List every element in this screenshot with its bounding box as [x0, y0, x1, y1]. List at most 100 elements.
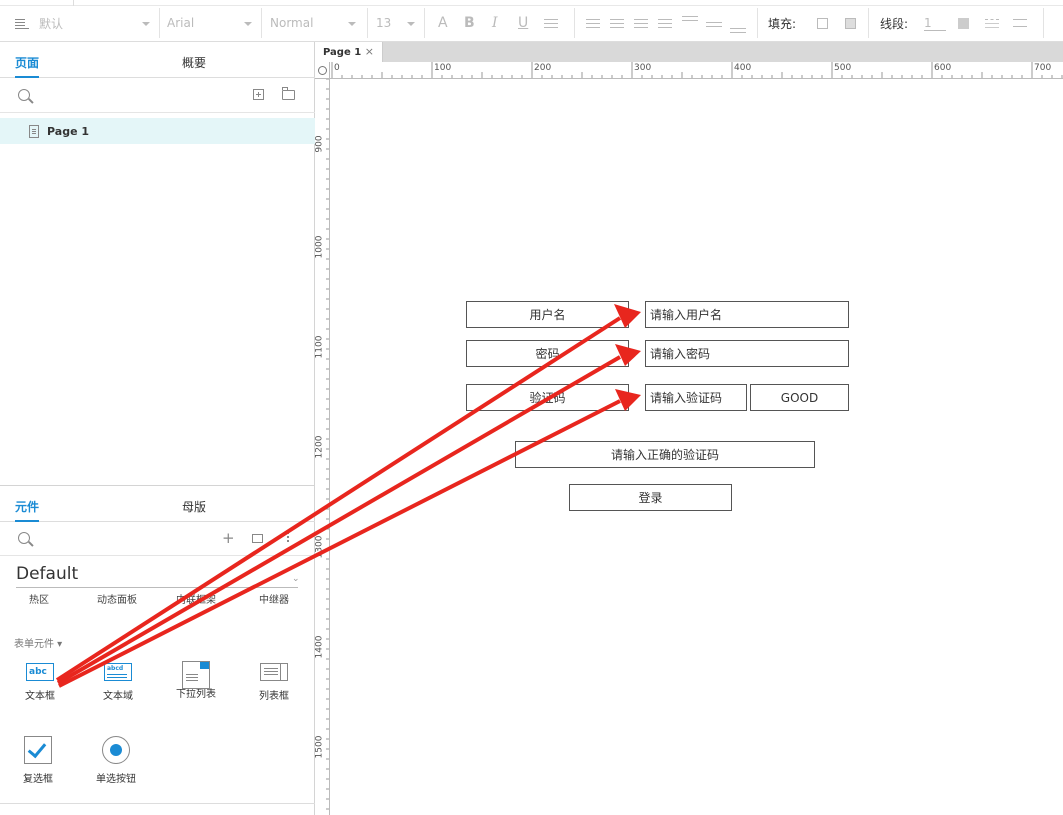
more-icon[interactable] [287, 532, 289, 534]
design-canvas[interactable]: 用户名 请输入用户名 密码 请输入密码 验证码 请输入验证码 GOOD 请输入正… [330, 80, 1063, 815]
widgets-search-row: + [0, 522, 315, 556]
bold-icon[interactable]: B [464, 10, 475, 36]
captcha-label-box[interactable]: 验证码 [466, 384, 629, 411]
username-input[interactable]: 请输入用户名 [645, 301, 849, 328]
horizontal-ruler[interactable]: 0 100 200 300 400 500 600 700 [330, 62, 1063, 79]
widget-textbox[interactable]: abc 文本框 [5, 663, 75, 702]
italic-icon[interactable]: I [492, 10, 498, 36]
top-strip-segment [0, 0, 74, 6]
widget-textarea[interactable]: abcd 文本域 [83, 663, 153, 702]
line-color-swatch[interactable] [958, 10, 969, 36]
document-tabbar: Page 1 × [315, 42, 1063, 62]
ruler-label: 0 [334, 63, 340, 73]
validation-message[interactable]: 请输入正确的验证码 [515, 441, 815, 468]
library-options-icon[interactable] [252, 534, 263, 543]
ruler-label: 1200 [315, 435, 325, 459]
style-select-value: 默认 [39, 16, 64, 31]
arrow-style-icon[interactable] [1013, 10, 1027, 36]
underline-icon[interactable]: U [518, 10, 528, 36]
align-center-icon[interactable] [610, 10, 624, 36]
toolbar: 默认 Arial Normal 13 A B I U 填充: 线段: 1 [0, 0, 1063, 42]
username-label-box[interactable]: 用户名 [466, 301, 629, 328]
tab-page-1[interactable]: Page 1 × [315, 42, 383, 62]
ruler-label: 600 [934, 63, 952, 73]
widget-radio[interactable]: 单选按钮 [81, 736, 151, 785]
close-icon[interactable]: × [365, 45, 374, 58]
library-select[interactable]: Default [16, 564, 78, 584]
toolbar-divider [868, 8, 869, 38]
form-widgets-section[interactable]: 表单元件 ▾ [14, 635, 62, 650]
toolbar-divider [424, 8, 425, 38]
doc-tab-label: Page 1 [323, 46, 362, 58]
ruler-label: 300 [634, 63, 652, 73]
size-select-chevron-icon[interactable] [405, 10, 419, 36]
fill-color-swatch[interactable] [817, 10, 828, 36]
textarea-icon: abcd [104, 663, 132, 681]
ruler-label: 700 [1034, 63, 1052, 73]
crosshair-icon [318, 66, 327, 75]
add-folder-icon[interactable] [282, 87, 295, 100]
left-panel: 页面 概要 Page 1 元件 母版 + Default ⌄ 热区 动态面板 内… [0, 42, 315, 815]
password-input[interactable]: 请输入密码 [645, 340, 849, 367]
size-select[interactable]: 13 [376, 10, 391, 36]
library-chevron-icon[interactable]: ⌄ [292, 574, 300, 584]
style-select[interactable]: 默认 [15, 10, 63, 36]
captcha-input[interactable]: 请输入验证码 [645, 384, 747, 411]
line-label: 线段: [880, 16, 909, 31]
align-justify-icon[interactable] [658, 10, 672, 36]
font-select[interactable]: Arial [167, 10, 194, 36]
widget-checkbox[interactable]: 复选框 [3, 736, 73, 785]
line-style-icon[interactable] [985, 10, 999, 36]
ruler-label: 200 [534, 63, 552, 73]
align-left-icon[interactable] [586, 10, 600, 36]
toolbar-divider [1043, 8, 1044, 38]
bullet-list-icon[interactable] [544, 10, 558, 36]
captcha-code-box[interactable]: GOOD [750, 384, 849, 411]
ruler-label: 1000 [315, 235, 325, 259]
valign-top-icon[interactable] [682, 10, 698, 36]
style-select-chevron-icon[interactable] [140, 10, 154, 36]
ruler-label: 100 [434, 63, 452, 73]
vertical-ruler[interactable]: 900 1000 1100 1200 1300 1400 1500 [315, 79, 330, 815]
size-select-value: 13 [376, 16, 392, 30]
category-hotspot[interactable]: 热区 [29, 591, 49, 606]
tab-pages[interactable]: 页面 [15, 54, 40, 78]
widget-label: 文本域 [103, 691, 133, 702]
search-icon[interactable] [18, 89, 30, 101]
library-underline [16, 587, 298, 588]
widgets-tabbar: 元件 母版 [0, 486, 315, 522]
weight-select-chevron-icon[interactable] [346, 10, 360, 36]
login-button[interactable]: 登录 [569, 484, 732, 511]
widget-listbox[interactable]: 列表框 [239, 663, 309, 702]
category-inline-frame[interactable]: 内联框架 [176, 591, 216, 606]
tab-outline[interactable]: 概要 [182, 54, 206, 71]
password-label-box[interactable]: 密码 [466, 340, 629, 367]
widget-dropdown[interactable]: 下拉列表 [161, 661, 231, 700]
listbox-icon [260, 663, 288, 681]
font-color-icon[interactable]: A [438, 10, 448, 36]
style-edit-icon [15, 17, 29, 29]
search-icon[interactable] [18, 532, 30, 544]
toolbar-divider [757, 8, 758, 38]
valign-middle-icon[interactable] [706, 10, 722, 36]
category-dynamic-panel[interactable]: 动态面板 [97, 591, 137, 606]
page-item-label: Page 1 [47, 124, 90, 138]
fill-shadow-swatch[interactable] [845, 10, 856, 36]
valign-bottom-icon[interactable] [730, 10, 746, 36]
ruler-label: 1400 [315, 635, 325, 659]
toolbar-top-strip [0, 0, 1063, 6]
line-width-input[interactable]: 1 [924, 10, 946, 36]
page-icon [29, 124, 39, 138]
align-right-icon[interactable] [634, 10, 648, 36]
tab-masters[interactable]: 母版 [182, 498, 206, 515]
add-page-icon[interactable] [253, 89, 264, 100]
page-item-page-1[interactable]: Page 1 [0, 118, 315, 144]
add-library-icon[interactable]: + [222, 531, 235, 546]
pages-tabbar: 页面 概要 [0, 42, 315, 78]
ruler-corner[interactable] [315, 62, 330, 79]
font-select-chevron-icon[interactable] [242, 10, 256, 36]
widget-label: 复选框 [23, 774, 53, 785]
category-repeater[interactable]: 中继器 [259, 591, 289, 606]
tab-widgets[interactable]: 元件 [15, 498, 40, 522]
weight-select[interactable]: Normal [270, 10, 313, 36]
